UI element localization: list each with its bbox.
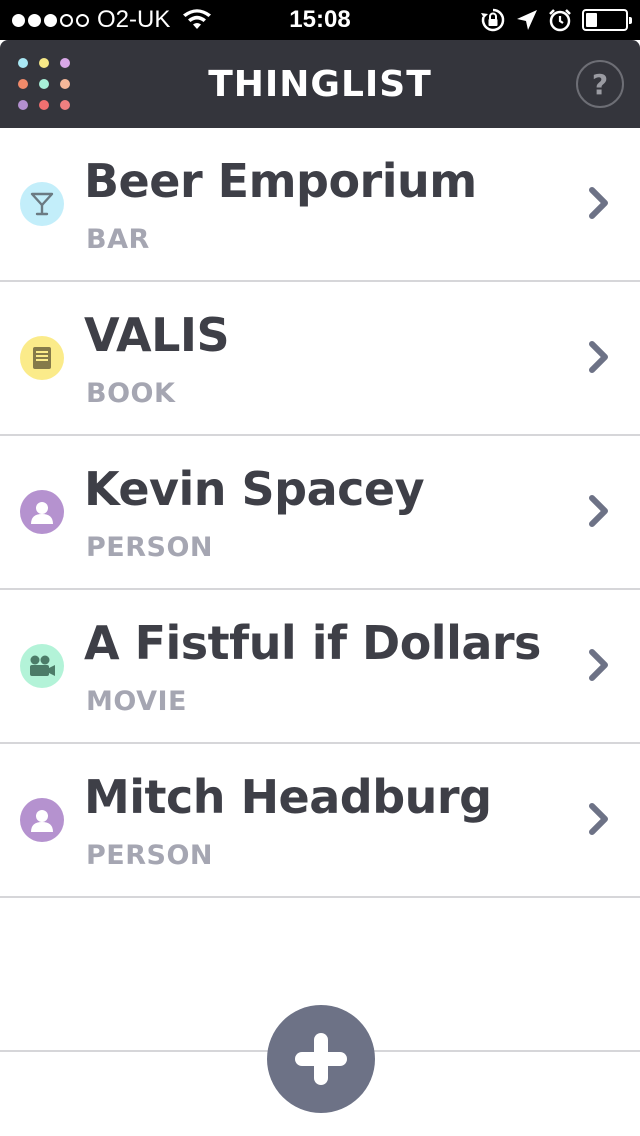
- alarm-icon: [549, 9, 571, 32]
- plus-icon: [295, 1033, 347, 1085]
- item-type: PERSON: [86, 532, 214, 563]
- app-header: THINGLIST ?: [0, 40, 640, 128]
- list-item[interactable]: Beer Emporium BAR: [0, 128, 640, 282]
- chevron-right-icon: [586, 186, 612, 220]
- movie-camera-icon: [20, 644, 64, 688]
- thing-list: Beer Emporium BAR VALIS BOOK Kevin Spacey PER…: [0, 128, 640, 898]
- list-item[interactable]: VALIS BOOK: [0, 282, 640, 436]
- item-title: A Fistful if Dollars: [84, 616, 541, 670]
- list-item[interactable]: Kevin Spacey PERSON: [0, 436, 640, 590]
- item-type: BAR: [86, 224, 150, 255]
- list-item[interactable]: Mitch Headburg PERSON: [0, 744, 640, 898]
- help-button[interactable]: ?: [576, 60, 624, 108]
- status-bar: O2-UK 15:08: [0, 0, 640, 40]
- person-icon: [20, 490, 64, 534]
- cocktail-icon: [20, 182, 64, 226]
- item-type: MOVIE: [86, 686, 187, 717]
- location-icon: [517, 10, 537, 30]
- book-icon: [20, 336, 64, 380]
- carrier-name: O2-UK: [97, 6, 171, 33]
- chevron-right-icon: [586, 802, 612, 836]
- chevron-right-icon: [586, 648, 612, 682]
- battery-icon: [582, 9, 632, 31]
- person-icon: [20, 798, 64, 842]
- item-title: Kevin Spacey: [84, 462, 425, 516]
- chevron-right-icon: [586, 340, 612, 374]
- app-title: THINGLIST: [208, 63, 432, 105]
- item-type: PERSON: [86, 840, 214, 871]
- item-type: BOOK: [86, 378, 176, 409]
- wifi-icon: [183, 9, 212, 29]
- item-title: Mitch Headburg: [84, 770, 492, 824]
- item-title: VALIS: [84, 308, 230, 362]
- signal-strength-icon: [12, 13, 89, 27]
- item-title: Beer Emporium: [84, 154, 477, 208]
- add-thing-button[interactable]: [267, 1005, 375, 1113]
- app-screen: O2-UK 15:08 THINGLIST ? Beer Emporium BA…: [0, 0, 640, 1136]
- chevron-right-icon: [586, 494, 612, 528]
- list-item[interactable]: A Fistful if Dollars MOVIE: [0, 590, 640, 744]
- rotation-lock-icon: [481, 8, 505, 32]
